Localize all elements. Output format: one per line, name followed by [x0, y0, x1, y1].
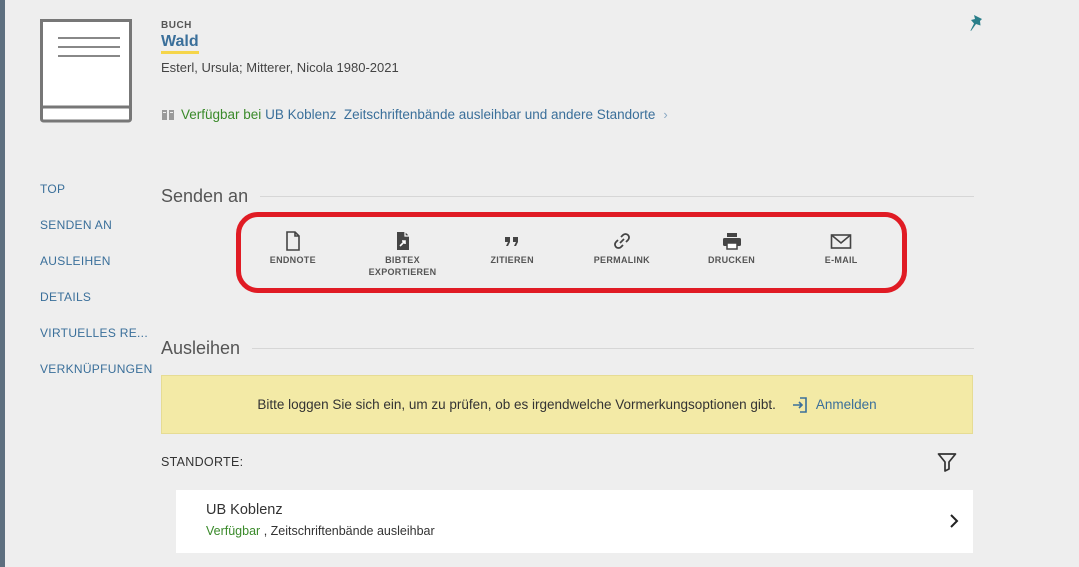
section-divider [260, 196, 974, 197]
availability-detail: Zeitschriftenbände ausleihbar und andere… [343, 107, 656, 122]
section-divider [252, 348, 974, 349]
permalink-label: PERMALINK [593, 255, 650, 265]
location-status: Verfügbar , Zeitschriftenbände ausleihba… [206, 524, 435, 538]
book-cover-icon [40, 19, 132, 123]
cite-label: ZITIEREN [490, 255, 534, 265]
file-export-icon [396, 232, 409, 250]
login-notice: Bitte loggen Sie sich ein, um zu prüfen,… [161, 375, 973, 434]
location-availability: Verfügbar [206, 524, 261, 538]
open-book-icon [162, 109, 174, 120]
record-authors: Esterl, Ursula; Mitterer, Nicola 1980-20… [161, 60, 399, 75]
section-title-ausleihen: Ausleihen [161, 338, 241, 358]
print-label: DRUCKEN [707, 255, 756, 265]
availability-library: UB Koblenz [265, 107, 337, 122]
locations-label: STANDORTE: [161, 455, 244, 469]
quote-icon [505, 237, 519, 246]
endnote-label: ENDNOTE [269, 255, 316, 265]
printer-icon [722, 233, 741, 250]
side-nav-item-senden-an[interactable]: SENDEN AN [40, 216, 153, 252]
cite-button[interactable]: ZITIEREN [457, 227, 567, 283]
availability-status: Verfügbar bei [181, 107, 262, 122]
side-nav: TOP SENDEN AN AUSLEIHEN DETAILS VIRTUELL… [40, 180, 153, 396]
endnote-button[interactable]: ENDNOTE [238, 227, 348, 283]
left-edge-bar [0, 0, 5, 567]
bibtex-export-button[interactable]: BIBTEX EXPORTIEREN [348, 227, 458, 283]
filter-icon[interactable] [937, 452, 957, 472]
record-type-label: BUCH [161, 20, 192, 31]
record-title-link[interactable]: Wald [161, 34, 199, 54]
side-nav-item-virtuelles-regal[interactable]: VIRTUELLES RE... [40, 324, 153, 360]
file-icon [286, 231, 300, 251]
side-nav-item-top[interactable]: TOP [40, 180, 153, 216]
chevron-right-icon [950, 514, 959, 528]
location-item[interactable]: UB Koblenz Verfügbar , Zeitschriftenbänd… [176, 490, 973, 553]
section-title-senden-an: Senden an [161, 186, 249, 206]
login-button[interactable]: Anmelden [792, 396, 877, 414]
print-button[interactable]: DRUCKEN [677, 227, 787, 283]
mail-icon [830, 234, 852, 249]
availability-line[interactable]: Verfügbar bei UB Koblenz Zeitschriftenbä… [161, 107, 668, 122]
email-button[interactable]: E-MAIL [786, 227, 896, 283]
pin-icon[interactable] [968, 14, 986, 36]
link-icon [613, 233, 630, 249]
send-actions-row: ENDNOTE BIBTEX EXPORTIEREN ZITIEREN PERM… [238, 227, 896, 283]
side-nav-item-details[interactable]: DETAILS [40, 288, 153, 324]
permalink-button[interactable]: PERMALINK [567, 227, 677, 283]
chevron-right-icon: › [663, 107, 668, 122]
sign-in-icon [792, 396, 807, 413]
location-detail: , Zeitschriftenbände ausleihbar [263, 524, 435, 538]
location-name: UB Koblenz [206, 502, 283, 518]
side-nav-item-verknuepfungen[interactable]: VERKNÜPFUNGEN [40, 360, 153, 396]
bibtex-export-label: BIBTEX EXPORTIEREN [368, 255, 437, 277]
email-label: E-MAIL [824, 255, 858, 265]
side-nav-item-ausleihen[interactable]: AUSLEIHEN [40, 252, 153, 288]
login-message: Bitte loggen Sie sich ein, um zu prüfen,… [257, 397, 776, 412]
login-label: Anmelden [815, 397, 877, 412]
